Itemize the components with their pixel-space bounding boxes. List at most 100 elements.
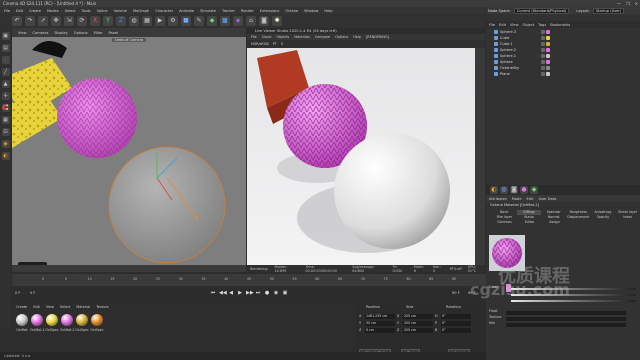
edges-mode-icon[interactable]: ╱ xyxy=(1,68,10,76)
live-viewer[interactable]: Live Viewer Studio 2020.1.4-R4 (26 days … xyxy=(247,28,485,272)
octane-tag-icon[interactable] xyxy=(541,30,545,34)
object-menu-object[interactable]: Object xyxy=(523,23,535,27)
viewport-menu-panel[interactable]: Panel xyxy=(109,31,119,35)
playback-button[interactable]: ◀◀ xyxy=(219,290,227,296)
texture-input[interactable] xyxy=(506,317,626,321)
mix-input[interactable] xyxy=(506,323,626,327)
select-icon[interactable]: ➚ xyxy=(38,16,48,26)
channel-tab-common[interactable]: Common xyxy=(492,220,517,225)
material-ball[interactable] xyxy=(16,314,28,326)
node-space-dropdown[interactable]: Current (Standard/Physical) xyxy=(513,7,570,14)
channel-tab-assign[interactable]: Assign xyxy=(542,220,567,225)
viewport-menu-filter[interactable]: Filter xyxy=(94,31,103,35)
redo-icon[interactable]: ↷ xyxy=(25,16,35,26)
z-axis-icon[interactable]: Z xyxy=(116,16,126,26)
object-name[interactable]: Sphere xyxy=(500,60,513,64)
live-viewer-menu-item[interactable]: Materials xyxy=(294,35,310,39)
close-button[interactable]: ✕ xyxy=(635,1,638,6)
menu-item-modes[interactable]: Modes xyxy=(47,9,59,13)
object-name[interactable]: Cube xyxy=(500,36,509,40)
playback-button[interactable]: ▶ xyxy=(237,290,243,296)
material-menu-view[interactable]: View xyxy=(46,305,54,309)
live-viewer-menu-item[interactable]: [RENDERING] xyxy=(366,35,389,39)
object-menu-tags[interactable]: Tags xyxy=(538,23,546,27)
menu-item-spline[interactable]: Spline xyxy=(97,9,108,13)
object-menu-edit[interactable]: Edit xyxy=(499,23,506,27)
menu-item-tracker[interactable]: Tracker xyxy=(222,9,235,13)
render-settings-icon[interactable]: ⚙ xyxy=(168,16,178,26)
polygons-mode-icon[interactable]: ▲ xyxy=(1,80,10,88)
coordinate-value-field[interactable]: 1461.235 cm xyxy=(365,314,395,319)
material-ball[interactable] xyxy=(31,314,43,326)
material-tag-icon[interactable] xyxy=(546,30,550,34)
object-name[interactable]: Sphere.3 xyxy=(500,30,516,34)
light-icon[interactable]: ✺ xyxy=(272,16,282,26)
live-viewer-tool[interactable]: PT xyxy=(273,42,277,46)
playback-button[interactable]: ▣ xyxy=(282,290,288,296)
y-axis-icon[interactable]: Y xyxy=(103,16,113,26)
octane-material-icon[interactable]: ● xyxy=(520,186,528,194)
coordinate-value-field[interactable]: 200 cm xyxy=(403,321,433,326)
viewport-menu-view[interactable]: View xyxy=(18,31,27,35)
rotate-icon[interactable]: ⟳ xyxy=(77,16,87,26)
live-viewer-tool[interactable]: HDR/sRGB xyxy=(251,42,269,46)
move-icon[interactable]: ✥ xyxy=(51,16,61,26)
array-icon[interactable]: ▩ xyxy=(220,16,230,26)
menu-item-volume[interactable]: Volume xyxy=(114,9,127,13)
attr-menu-edit[interactable]: Edit xyxy=(527,197,534,201)
object-name[interactable]: Plane xyxy=(500,72,510,76)
material-ball[interactable] xyxy=(91,314,103,326)
menu-item-tools[interactable]: Tools xyxy=(82,9,91,13)
material-menu-edit[interactable]: Edit xyxy=(33,305,40,309)
enable-axis-icon[interactable]: ✛ xyxy=(1,92,10,100)
menu-item-edit[interactable]: Edit xyxy=(16,9,23,13)
material-tag-icon[interactable] xyxy=(546,42,550,46)
live-viewer-menu-item[interactable]: File xyxy=(251,35,257,39)
end-frame-right[interactable]: 90 F xyxy=(452,291,460,295)
material-label[interactable]: OctSpec xyxy=(90,328,104,332)
maximize-button[interactable]: ❐ xyxy=(626,1,630,6)
object-name[interactable]: OctaneSky xyxy=(500,66,519,70)
timeline-ruler[interactable]: 0 5 10 15 20 25 30 35 40 45 50 55 60 65 70 75 80 85 90 xyxy=(12,274,486,286)
camera-icon[interactable]: ◙ xyxy=(259,16,269,26)
coordinate-value-field[interactable]: 0° xyxy=(441,321,471,326)
channel-tab-editor[interactable]: Editor xyxy=(517,220,542,225)
workplane-icon[interactable]: ▦ xyxy=(1,116,10,124)
material-menu-create[interactable]: Create xyxy=(16,305,27,309)
material-ball[interactable] xyxy=(61,314,73,326)
menu-item-extensions[interactable]: Extensions xyxy=(260,9,280,13)
object-menu-view[interactable]: View xyxy=(510,23,519,27)
object-name[interactable]: Sphere.2 xyxy=(500,48,516,52)
render-icon[interactable]: ▶ xyxy=(155,16,165,26)
attr-menu-userdata[interactable]: User Data xyxy=(539,197,557,201)
material-tag-icon[interactable] xyxy=(546,48,550,52)
world-icon[interactable]: ◍ xyxy=(129,16,139,26)
coordinate-value-field[interactable]: 200 cm xyxy=(403,314,433,319)
material-label[interactable]: OctSpec xyxy=(75,328,89,332)
object-name[interactable]: Cube.1 xyxy=(500,42,513,46)
octane-tag-icon[interactable] xyxy=(541,72,545,76)
coordinate-value-field[interactable]: 50 cm xyxy=(365,321,395,326)
coordinate-value-field[interactable]: 0 cm xyxy=(365,328,395,333)
color-slider-3[interactable] xyxy=(511,300,636,302)
material-tag-icon[interactable] xyxy=(546,36,550,40)
points-mode-icon[interactable]: ⋅ xyxy=(1,56,10,64)
material-label[interactable]: OctMat.1 xyxy=(30,328,45,332)
live-viewer-menu-item[interactable]: Options xyxy=(335,35,348,39)
material-ball[interactable] xyxy=(46,314,58,326)
viewport-menu-cameras[interactable]: Cameras xyxy=(33,31,49,35)
deformer-icon[interactable]: ◈ xyxy=(233,16,243,26)
menu-item-window[interactable]: Window xyxy=(304,9,318,13)
menu-item-create[interactable]: Create xyxy=(29,9,41,13)
subdivision-icon[interactable]: ◆ xyxy=(207,16,217,26)
x-axis-icon[interactable]: X xyxy=(90,16,100,26)
object-name[interactable]: Sphere.1 xyxy=(500,54,516,58)
lock-icon[interactable]: ⊡ xyxy=(1,128,10,136)
live-viewer-menu-item[interactable]: Cloud xyxy=(262,35,272,39)
material-tag-icon[interactable] xyxy=(546,72,550,76)
live-viewer-menu-item[interactable]: Compare xyxy=(315,35,330,39)
object-menu-file[interactable]: File xyxy=(489,23,495,27)
object-row[interactable]: Plane xyxy=(486,71,640,77)
octane-camera-icon[interactable]: ◙ xyxy=(510,186,518,194)
playback-button[interactable]: ▶▶ xyxy=(246,290,254,296)
